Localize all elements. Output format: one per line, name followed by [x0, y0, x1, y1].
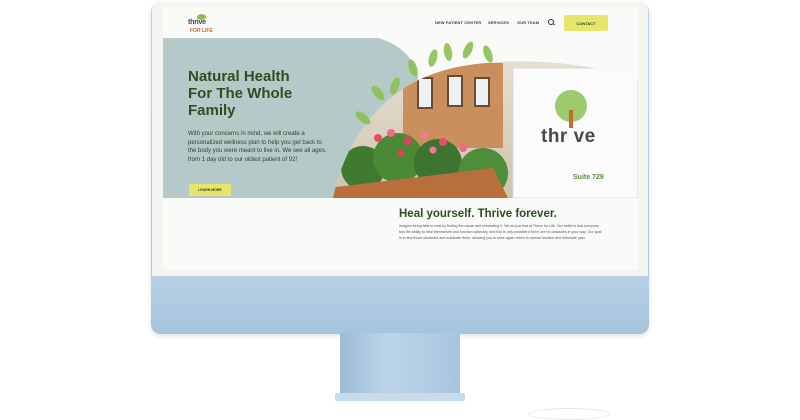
learn-more-button[interactable]: LEARN MORE [189, 184, 231, 196]
heal-body: Imagine being able to heal by finding th… [399, 224, 602, 241]
nav-link-our-team[interactable]: OUR TEAM [517, 20, 539, 25]
contact-button[interactable]: CONTACT [564, 15, 608, 31]
website-screen: thrive FOR LIFE NEW PATIENT CENTER SERVI… [163, 8, 638, 270]
site-nav: thrive FOR LIFE NEW PATIENT CENTER SERVI… [163, 8, 638, 38]
hero-headline: Natural Health For The Whole Family [188, 68, 293, 119]
hero-description: With your concerns in mind, we will crea… [188, 131, 327, 163]
floor-shadow [528, 408, 610, 420]
sign-suite: Suite 729 [573, 174, 604, 181]
site-logo[interactable]: thrive FOR LIFE [188, 14, 216, 38]
nav-link-services[interactable]: SERVICES [488, 20, 509, 25]
logo-wordmark: thrive [188, 19, 206, 26]
sign-wordmark: thr ve [541, 126, 596, 147]
heal-title: Heal yourself. Thrive forever. [399, 208, 557, 220]
imac-foot [335, 393, 465, 401]
logo-tagline: FOR LIFE [190, 28, 213, 34]
nav-link-new-patient-center[interactable]: NEW PATIENT CENTER [435, 20, 481, 25]
imac-chin [151, 276, 649, 334]
search-icon[interactable] [548, 19, 554, 25]
imac-stand [340, 333, 460, 395]
